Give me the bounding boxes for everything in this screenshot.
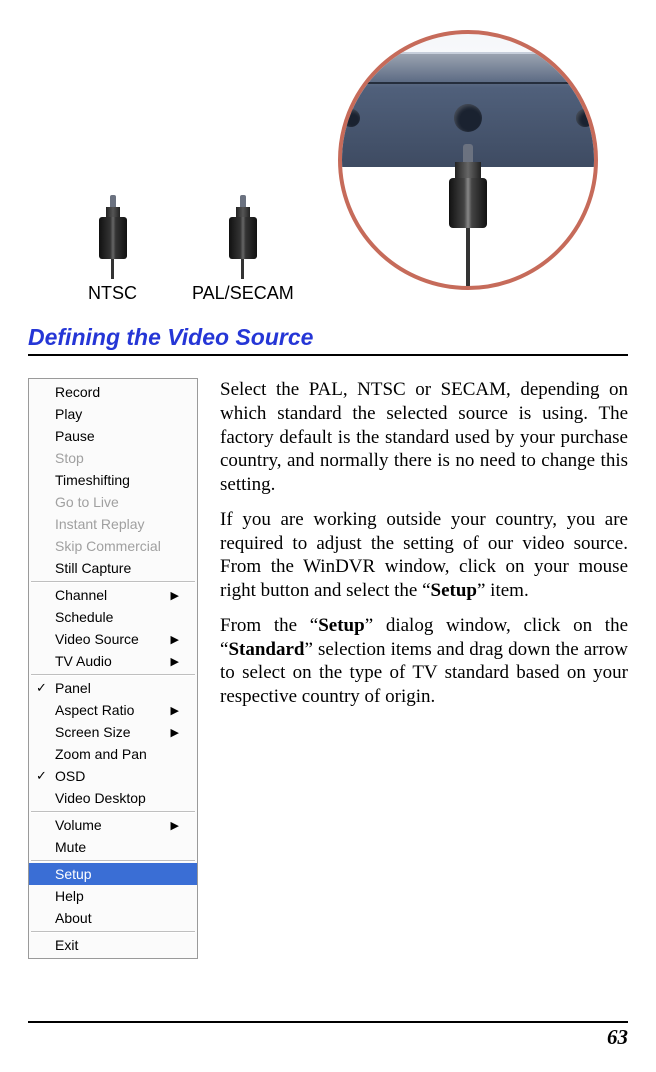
menu-item-video-desktop[interactable]: Video Desktop xyxy=(29,787,197,809)
menu-item-label: Instant Replay xyxy=(55,516,145,532)
hardware-figure: NTSC PAL/SECAM xyxy=(28,30,628,310)
menu-item-label: Setup xyxy=(55,866,92,882)
menu-item-label: Volume xyxy=(55,817,102,833)
menu-item-about[interactable]: About xyxy=(29,907,197,929)
menu-item-label: Go to Live xyxy=(55,494,119,510)
menu-item-label: Pause xyxy=(55,428,95,444)
menu-separator xyxy=(31,811,195,812)
submenu-arrow-icon: ▶ xyxy=(171,633,179,646)
cable-jack-icon xyxy=(445,144,491,244)
menu-item-skip-commercial: Skip Commercial xyxy=(29,535,197,557)
page-number: 63 xyxy=(28,1025,628,1050)
menu-item-zoom-and-pan[interactable]: Zoom and Pan xyxy=(29,743,197,765)
menu-item-label: Mute xyxy=(55,839,86,855)
menu-item-label: Video Desktop xyxy=(55,790,146,806)
submenu-arrow-icon: ▶ xyxy=(171,704,179,717)
context-menu[interactable]: Record Play Pause Stop Timeshifting Go to Liv… xyxy=(28,378,198,959)
menu-item-label: Help xyxy=(55,888,84,904)
ntsc-label: NTSC xyxy=(88,283,137,304)
menu-item-stop: Stop xyxy=(29,447,197,469)
ntsc-plug: NTSC xyxy=(88,195,137,304)
menu-item-pause[interactable]: Pause xyxy=(29,425,197,447)
menu-item-label: OSD xyxy=(55,768,85,784)
menu-item-schedule[interactable]: Schedule xyxy=(29,606,197,628)
submenu-arrow-icon: ▶ xyxy=(171,726,179,739)
menu-item-label: Channel xyxy=(55,587,107,603)
menu-item-label: Screen Size xyxy=(55,724,130,740)
menu-item-timeshifting[interactable]: Timeshifting xyxy=(29,469,197,491)
menu-item-instant-replay: Instant Replay xyxy=(29,513,197,535)
menu-item-aspect-ratio[interactable]: Aspect Ratio ▶ xyxy=(29,699,197,721)
magnified-port-circle xyxy=(338,30,598,290)
menu-item-go-to-live: Go to Live xyxy=(29,491,197,513)
menu-item-video-source[interactable]: Video Source ▶ xyxy=(29,628,197,650)
check-icon: ✓ xyxy=(36,768,47,784)
menu-item-label: TV Audio xyxy=(55,653,112,669)
menu-item-still-capture[interactable]: Still Capture xyxy=(29,557,197,579)
menu-item-label: Record xyxy=(55,384,100,400)
section-heading: Defining the Video Source xyxy=(28,324,628,351)
body-text: Select the PAL, NTSC or SECAM, depending… xyxy=(220,378,628,720)
menu-item-setup[interactable]: Setup xyxy=(29,863,197,885)
pal-secam-label: PAL/SECAM xyxy=(192,283,294,304)
menu-item-screen-size[interactable]: Screen Size ▶ xyxy=(29,721,197,743)
paragraph-3: From the “Setup” dialog window, click on… xyxy=(220,614,628,709)
footer-divider xyxy=(28,1021,628,1023)
menu-item-label: Schedule xyxy=(55,609,113,625)
menu-item-label: Stop xyxy=(55,450,84,466)
paragraph-1: Select the PAL, NTSC or SECAM, depending… xyxy=(220,378,628,497)
menu-item-record[interactable]: Record xyxy=(29,381,197,403)
paragraph-2: If you are working outside your country,… xyxy=(220,508,628,603)
menu-item-tv-audio[interactable]: TV Audio ▶ xyxy=(29,650,197,672)
check-icon: ✓ xyxy=(36,680,47,696)
menu-item-panel[interactable]: ✓ Panel xyxy=(29,677,197,699)
menu-item-label: Zoom and Pan xyxy=(55,746,147,762)
menu-item-exit[interactable]: Exit xyxy=(29,934,197,956)
menu-separator xyxy=(31,860,195,861)
menu-separator xyxy=(31,674,195,675)
submenu-arrow-icon: ▶ xyxy=(171,589,179,602)
menu-item-play[interactable]: Play xyxy=(29,403,197,425)
menu-item-label: Timeshifting xyxy=(55,472,130,488)
menu-item-label: About xyxy=(55,910,92,926)
menu-item-mute[interactable]: Mute xyxy=(29,836,197,858)
menu-separator xyxy=(31,581,195,582)
menu-item-label: Play xyxy=(55,406,82,422)
menu-item-volume[interactable]: Volume ▶ xyxy=(29,814,197,836)
submenu-arrow-icon: ▶ xyxy=(171,655,179,668)
menu-item-label: Panel xyxy=(55,680,91,696)
heading-divider xyxy=(28,354,628,356)
menu-item-label: Aspect Ratio xyxy=(55,702,134,718)
menu-item-osd[interactable]: ✓ OSD xyxy=(29,765,197,787)
menu-item-label: Skip Commercial xyxy=(55,538,161,554)
menu-item-channel[interactable]: Channel ▶ xyxy=(29,584,197,606)
submenu-arrow-icon: ▶ xyxy=(171,819,179,832)
pal-secam-plug: PAL/SECAM xyxy=(192,195,294,304)
menu-separator xyxy=(31,931,195,932)
menu-item-label: Exit xyxy=(55,937,78,953)
menu-item-help[interactable]: Help xyxy=(29,885,197,907)
menu-item-label: Still Capture xyxy=(55,560,131,576)
menu-item-label: Video Source xyxy=(55,631,139,647)
